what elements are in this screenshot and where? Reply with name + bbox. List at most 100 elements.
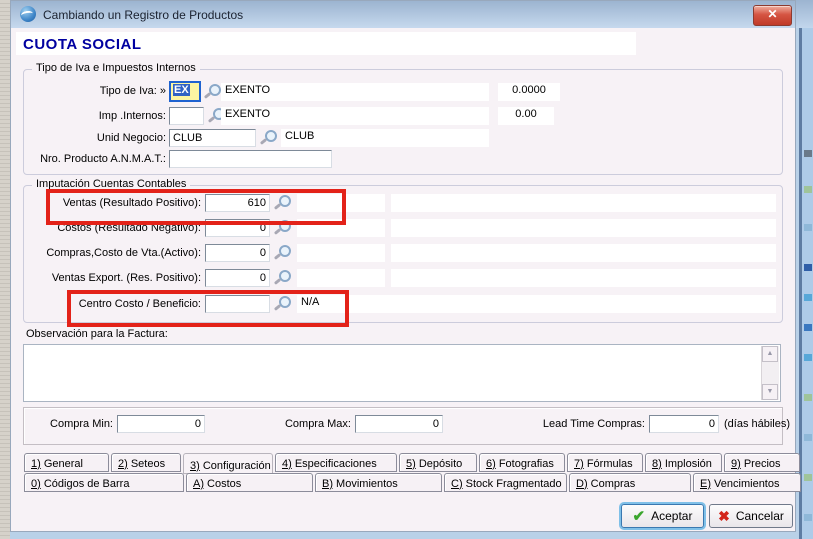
background-fragment [804,354,812,361]
lead-time-suffix: (días hábiles) [724,418,790,430]
compras-cuenta-input[interactable] [205,244,270,262]
tab-general[interactable]: 1) General [24,453,109,472]
product-name-band: CUOTA SOCIAL [16,32,636,55]
cuentas-group-legend: Imputación Cuentas Contables [32,178,190,190]
tab-deposito[interactable]: 5) Depósito [399,453,477,472]
tab-configuracion[interactable]: 3) Configuración [183,453,273,474]
search-icon[interactable] [274,244,290,260]
background-fragment [804,264,812,271]
imp-internos-code-input[interactable] [169,107,204,125]
left-background-strip [0,0,10,539]
tipo-iva-code-value: EX [173,84,190,96]
cancel-button[interactable]: ✖ Cancelar [709,504,793,528]
scroll-down-icon: ▼ [767,388,774,395]
search-icon[interactable] [274,269,290,285]
ventas-desc-field-b [391,194,776,212]
tipo-iva-label: Tipo de Iva: » [31,85,166,97]
scroll-up-icon: ▲ [767,350,774,357]
background-fragment [804,434,812,441]
centro-costo-label: Centro Costo / Beneficio: [41,298,201,310]
titlebar-extension [796,0,813,28]
ventas-export-desc-field-b [391,269,776,287]
screen: Cambiando un Registro de Productos ✕ CUO… [0,0,813,539]
tab-codigos-de-barra[interactable]: 0) Códigos de Barra [24,473,184,492]
observacion-label: Observación para la Factura: [26,328,168,340]
background-fragment [804,394,812,401]
anmat-input[interactable] [169,150,332,168]
app-globe-icon [20,6,36,22]
costos-label: Costos (Resultado Negativo): [41,222,201,234]
tab-row-1: 1) General 2) Seteos 3) Configuración 4)… [24,453,806,473]
compras-desc-field-b [391,244,776,262]
background-fragment [804,224,812,231]
tab-row-2: 0) Códigos de Barra A) Costos B) Movimie… [24,473,806,493]
tab-stock-fragmentado[interactable]: C) Stock Fragmentado [444,473,567,492]
lead-time-input[interactable] [649,415,719,433]
compras-activo-label: Compras,Costo de Vta.(Activo): [41,247,201,259]
window-title: Cambiando un Registro de Productos [43,8,243,22]
tab-vencimientos[interactable]: E) Vencimientos [693,473,801,492]
observacion-scrollbar[interactable]: ▲ ▼ [761,346,779,400]
tipo-iva-rate-field: 0.0000 [498,83,560,101]
unid-negocio-label: Unid Negocio: [31,132,166,144]
page-title: CUOTA SOCIAL [16,32,636,53]
lead-time-label: Lead Time Compras: [501,418,645,430]
observacion-textarea[interactable]: ▲ ▼ [23,344,781,402]
ventas-export-cuenta-input[interactable] [205,269,270,287]
compra-max-input[interactable] [355,415,443,433]
costos-cuenta-input[interactable] [205,219,270,237]
background-fragment [804,324,812,331]
compra-min-label: Compra Min: [31,418,113,430]
tab-fotografias[interactable]: 6) Fotografias [479,453,565,472]
titlebar[interactable]: Cambiando un Registro de Productos ✕ [11,1,795,28]
ventas-desc-field-a [297,194,385,212]
search-icon[interactable] [274,295,290,311]
accept-button[interactable]: ✔ Aceptar [621,504,704,528]
iva-group-legend: Tipo de Iva e Impuestos Internos [32,62,200,74]
tipo-iva-desc-field: EXENTO [221,83,489,101]
centro-costo-input[interactable] [205,295,270,313]
check-icon: ✔ [633,509,646,524]
compra-min-input[interactable] [117,415,205,433]
imp-internos-label: Imp .Internos: [31,110,166,122]
unid-negocio-desc-field: CLUB [281,129,489,147]
costos-desc-field-b [391,219,776,237]
background-fragment [804,150,812,157]
close-button[interactable]: ✕ [753,5,792,26]
compra-max-label: Compra Max: [256,418,351,430]
ventas-export-desc-field-a [297,269,385,287]
tab-movimientos[interactable]: B) Movimientos [315,473,442,492]
cancel-button-label: Cancelar [736,509,784,523]
product-record-dialog: Cambiando un Registro de Productos ✕ CUO… [10,0,796,532]
scrollbar-down-button[interactable]: ▼ [762,384,778,400]
background-fragment [804,514,812,521]
imp-internos-rate-field: 0.00 [498,107,554,125]
ventas-export-label: Ventas Export. (Res. Positivo): [41,272,201,284]
tab-compras[interactable]: D) Compras [569,473,691,492]
imp-internos-desc-field: EXENTO [221,107,489,125]
compras-desc-field-a [297,244,385,262]
tab-precios[interactable]: 9) Precios [724,453,800,472]
search-icon[interactable] [204,83,220,99]
scrollbar-up-button[interactable]: ▲ [762,346,778,362]
costos-desc-field-a [297,219,385,237]
tab-formulas[interactable]: 7) Fórmulas [567,453,643,472]
background-fragment [804,186,812,193]
ventas-label: Ventas (Resultado Positivo): [41,197,201,209]
accept-button-label: Aceptar [651,509,692,523]
centro-costo-desc-field: N/A [297,295,776,313]
close-icon: ✕ [767,7,777,21]
tab-implosion[interactable]: 8) Implosión [645,453,722,472]
search-icon[interactable] [260,129,276,145]
tab-especificaciones[interactable]: 4) Especificaciones [275,453,397,472]
x-icon: ✖ [718,509,730,523]
search-icon[interactable] [274,219,290,235]
search-icon[interactable] [274,194,290,210]
tab-costos[interactable]: A) Costos [186,473,313,492]
tab-seteos[interactable]: 2) Seteos [111,453,181,472]
anmat-label: Nro. Producto A.N.M.A.T.: [25,153,166,165]
background-fragment [804,294,812,301]
ventas-cuenta-input[interactable] [205,194,270,212]
tipo-iva-code-input[interactable]: EX [169,81,201,102]
unid-negocio-input[interactable] [169,129,256,147]
